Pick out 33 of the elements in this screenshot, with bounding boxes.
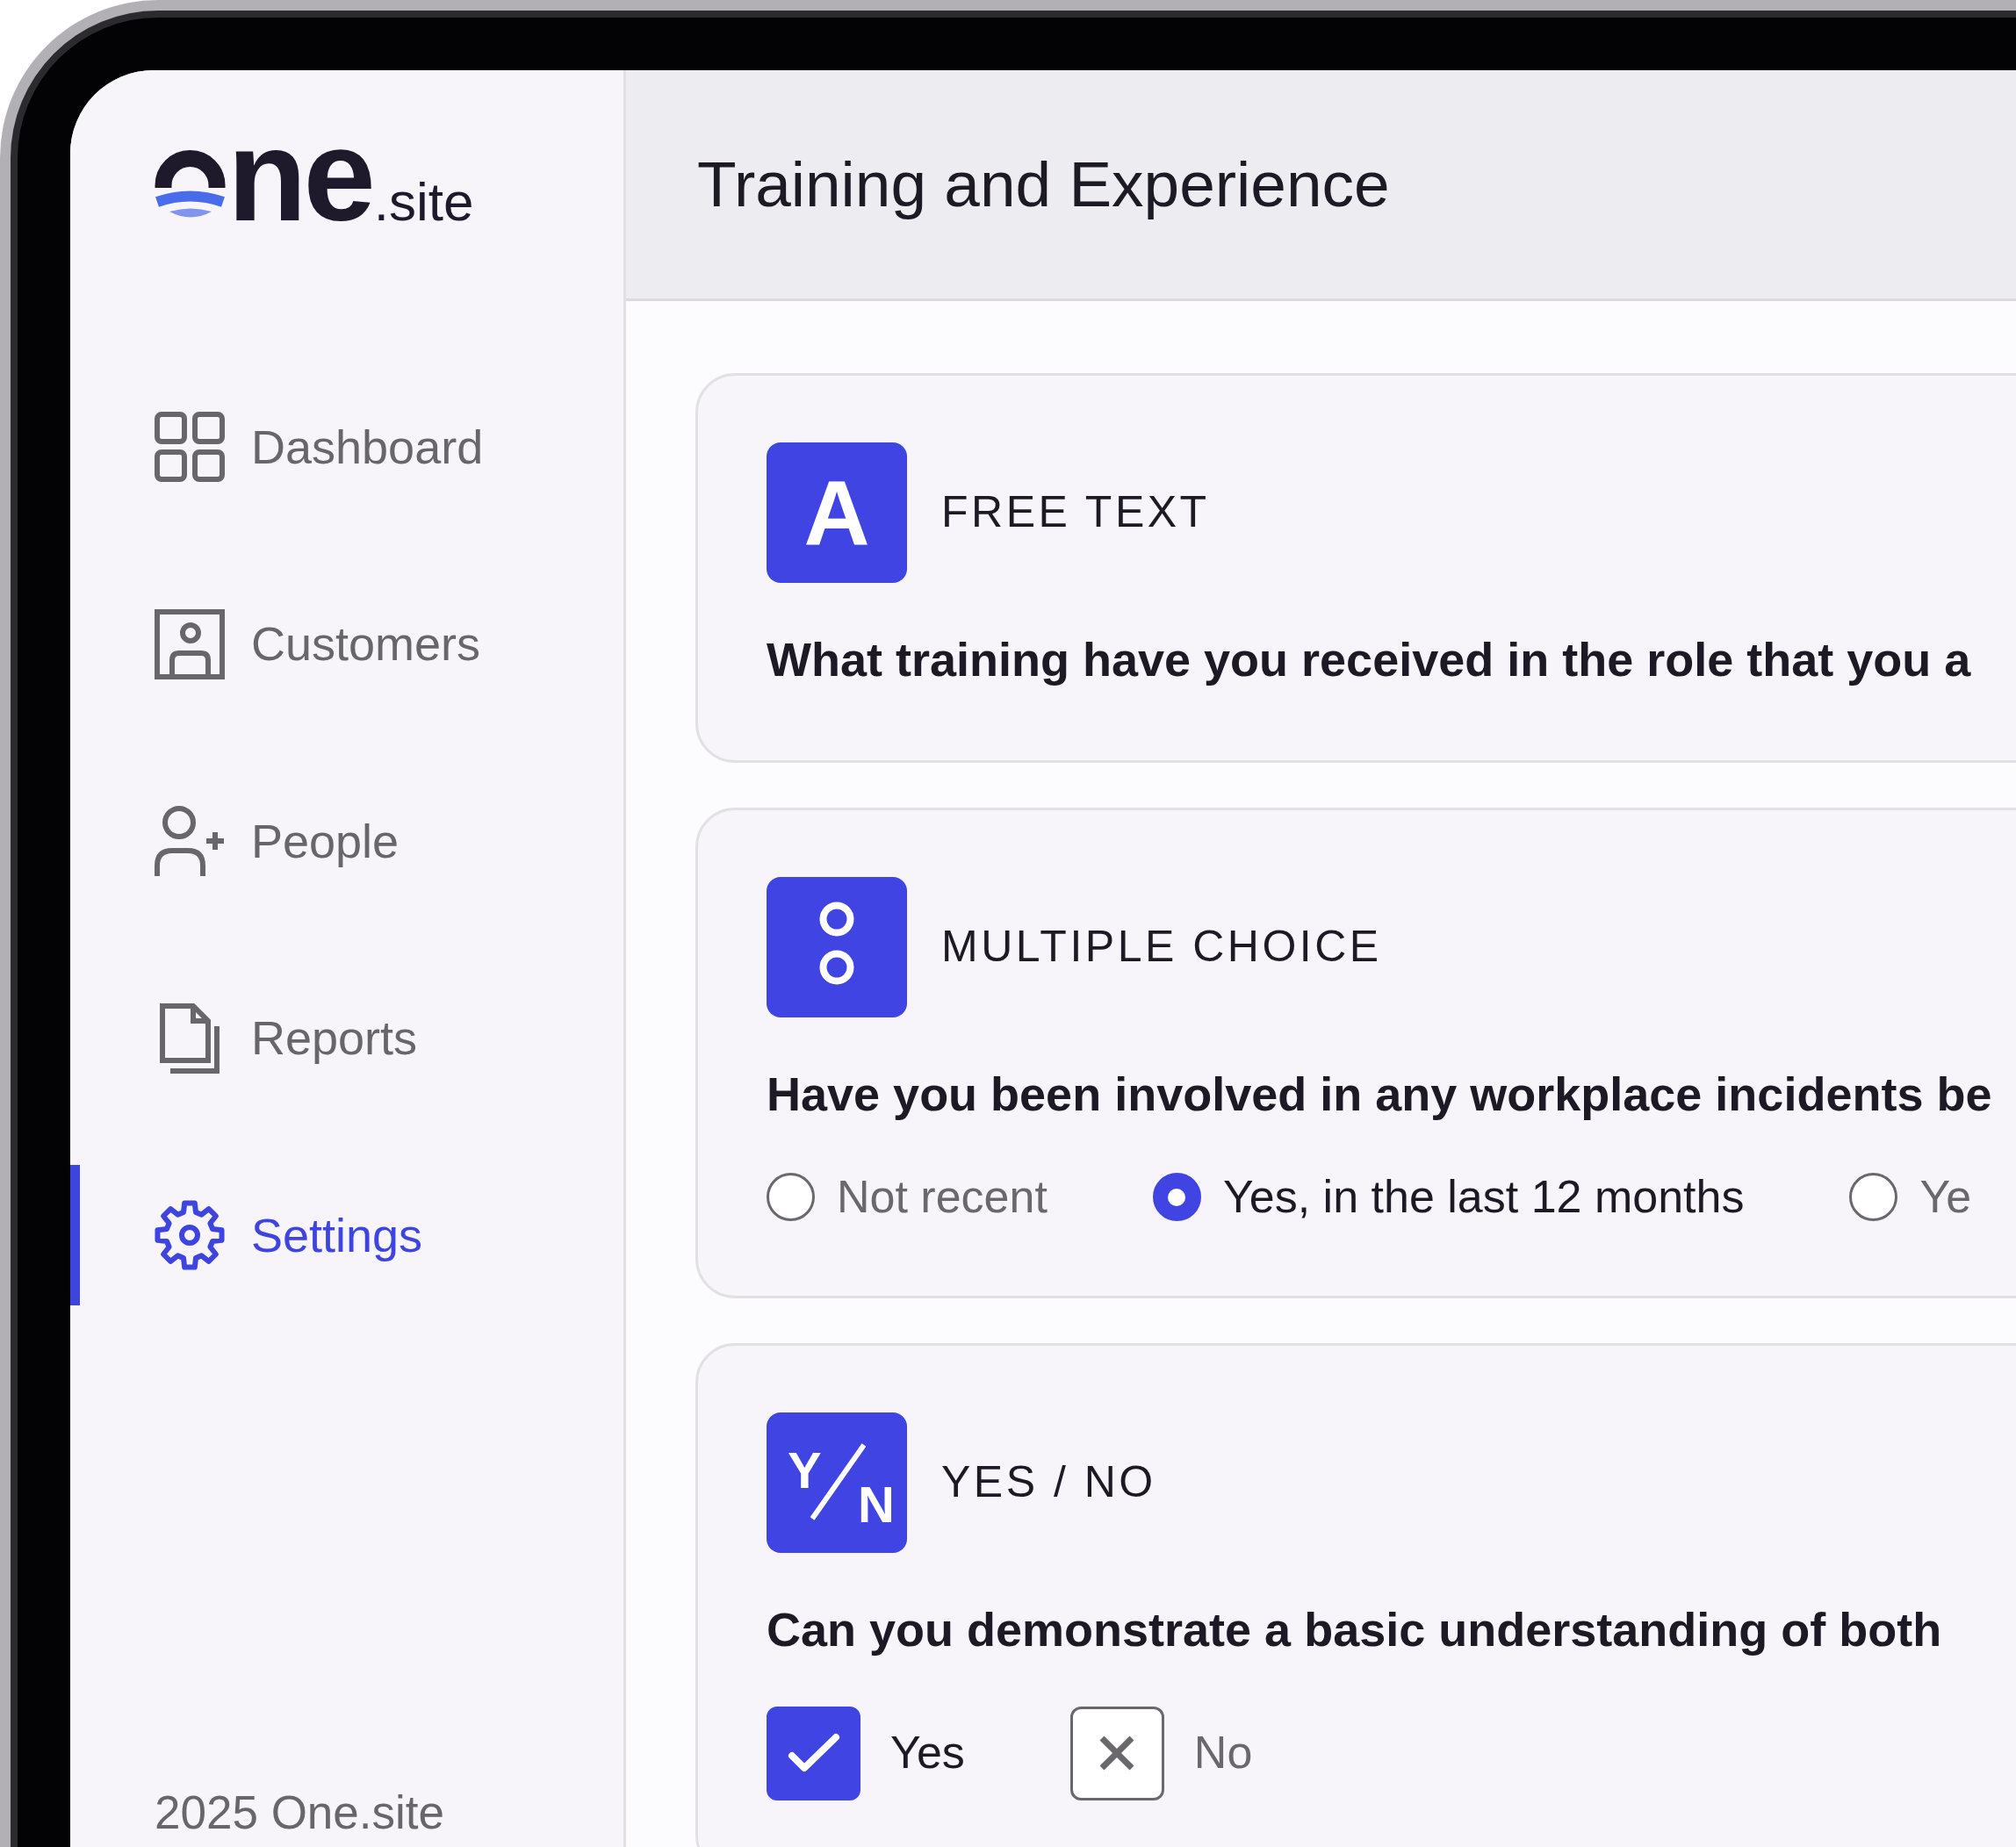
nav-item[interactable]: Dashboard bbox=[155, 412, 484, 482]
question-type-label: MULTIPLE CHOICE bbox=[941, 922, 1382, 973]
cross-icon bbox=[1098, 1735, 1136, 1772]
badge-letter: N bbox=[858, 1478, 895, 1530]
option-label: Yes, in the last 12 months bbox=[1222, 1171, 1745, 1224]
page-title: Training and Experience bbox=[697, 147, 1390, 221]
question-text: Have you been involved in any workplace incidents be bbox=[767, 1067, 1993, 1122]
checkbox[interactable] bbox=[767, 1706, 860, 1800]
nav-item[interactable]: People bbox=[155, 806, 400, 876]
user-plus-icon bbox=[155, 806, 225, 876]
nav-item[interactable]: Settings bbox=[155, 1200, 423, 1270]
check-icon bbox=[787, 1733, 840, 1774]
nav-item[interactable]: Reports bbox=[155, 1003, 418, 1074]
question-text: What training have you received in the role that you a bbox=[767, 632, 1972, 687]
user-square-icon bbox=[155, 608, 225, 679]
copyright-text: 2025 One.site bbox=[155, 1786, 444, 1840]
option-label: Ye bbox=[1919, 1171, 1972, 1224]
option-label: Not recent bbox=[837, 1171, 1048, 1224]
badge-letter: Y bbox=[788, 1444, 822, 1496]
question-text: Can you demonstrate a basic understanding of both bbox=[767, 1601, 1943, 1657]
option-label: Yes bbox=[890, 1727, 965, 1780]
two-circles-icon bbox=[767, 877, 907, 1017]
type-badge: A bbox=[767, 442, 907, 583]
nav-item[interactable]: Customers bbox=[155, 608, 481, 679]
settings-icon bbox=[155, 1200, 225, 1270]
grid-icon bbox=[155, 412, 225, 482]
checkbox[interactable] bbox=[1069, 1706, 1164, 1800]
radio-button[interactable] bbox=[767, 1173, 815, 1222]
question-type-label: YES / NO bbox=[941, 1457, 1156, 1508]
logo-wordmark: ne bbox=[227, 111, 372, 241]
logo-suffix: .site bbox=[373, 175, 474, 229]
option-label: No bbox=[1193, 1727, 1253, 1780]
question-type-label: FREE TEXT bbox=[941, 487, 1210, 538]
